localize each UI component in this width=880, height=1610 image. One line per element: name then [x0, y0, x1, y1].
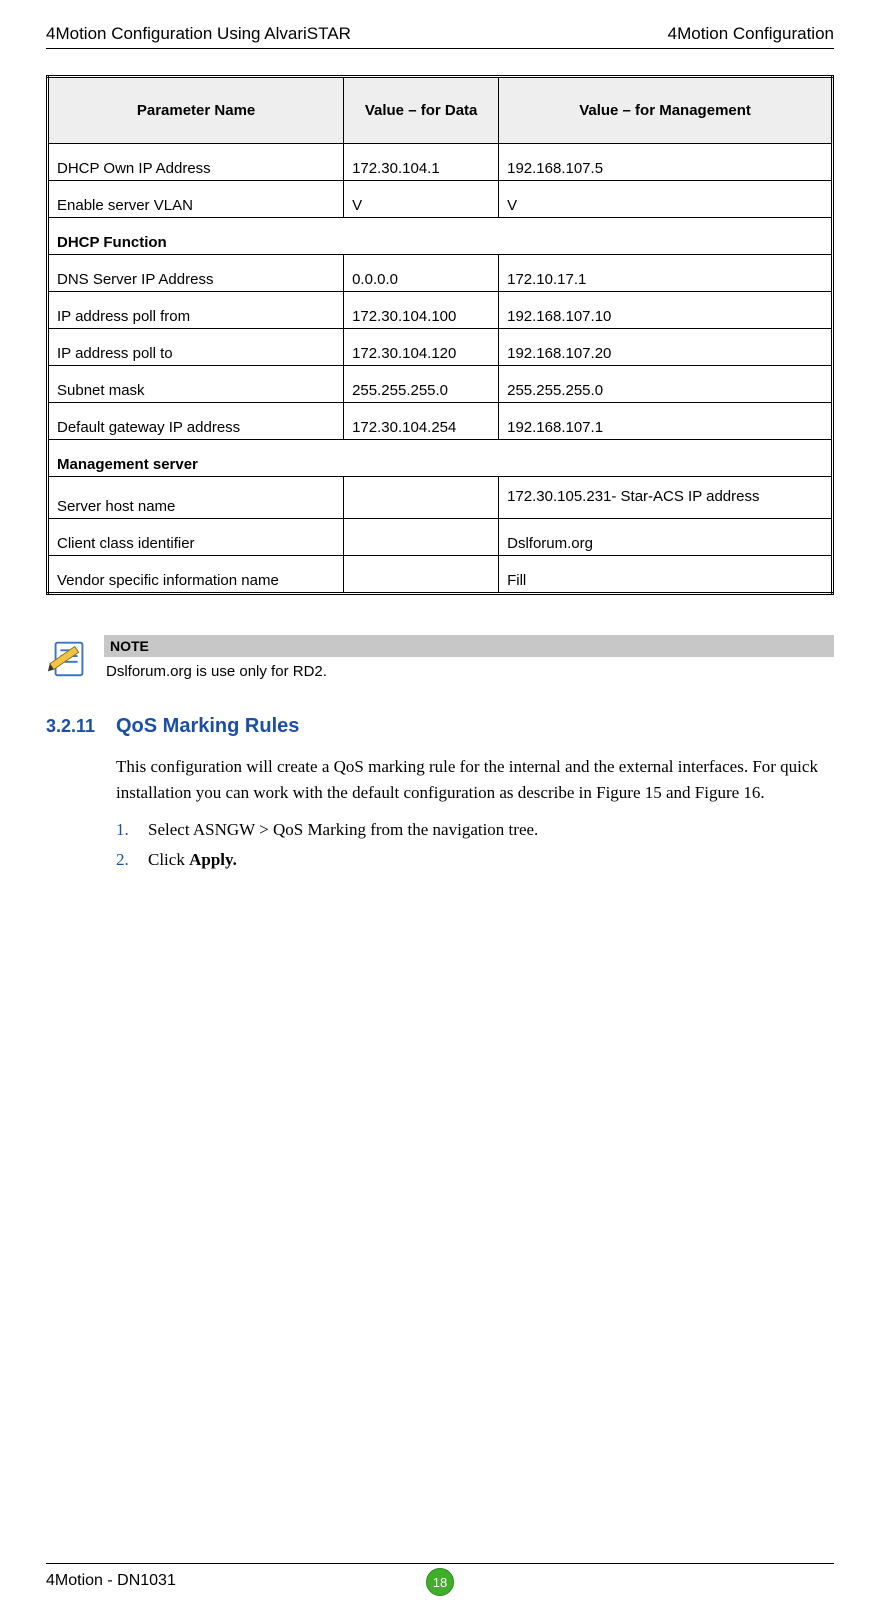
table-cell: V: [344, 181, 499, 218]
table-cell: Fill: [499, 555, 833, 593]
step-text: Select ASNGW > QoS Marking from the navi…: [148, 820, 538, 840]
table-cell: DNS Server IP Address: [48, 255, 344, 292]
table-row: Client class identifier Dslforum.org: [48, 518, 833, 555]
page-number-badge: 18: [426, 1568, 454, 1596]
table-cell: Server host name: [48, 477, 344, 519]
list-item: 2. Click Apply.: [116, 850, 834, 870]
table-row: Server host name 172.30.105.231- Star-ACS…: [48, 477, 833, 519]
page-footer: 4Motion - DN1031 18: [46, 1563, 834, 1590]
table-cell: [344, 555, 499, 593]
table-row: DNS Server IP Address0.0.0.0172.10.17.1: [48, 255, 833, 292]
header-left: 4Motion Configuration Using AlvariSTAR: [46, 24, 351, 44]
section-number: 3.2.11: [46, 716, 102, 737]
table-cell: 192.168.107.20: [499, 329, 833, 366]
section-title: QoS Marking Rules: [116, 715, 299, 738]
note-icon: [46, 635, 92, 681]
page-header: 4Motion Configuration Using AlvariSTAR 4…: [46, 24, 834, 49]
table-cell: 192.168.107.5: [499, 144, 833, 181]
table-row: Enable server VLANVV: [48, 181, 833, 218]
table-section-cell: DHCP Function: [48, 218, 833, 255]
table-row: Vendor specific information name Fill: [48, 555, 833, 593]
table-cell: DHCP Own IP Address: [48, 144, 344, 181]
table-row: IP address poll from172.30.104.100192.16…: [48, 292, 833, 329]
table-section-cell: Management server: [48, 440, 833, 477]
table-cell: 0.0.0.0: [344, 255, 499, 292]
table-cell: 255.255.255.0: [344, 366, 499, 403]
table-cell: Default gateway IP address: [48, 403, 344, 440]
table-cell: V: [499, 181, 833, 218]
step-text: Click Apply.: [148, 850, 237, 870]
note-title: NOTE: [104, 635, 834, 657]
col-parameter-name: Parameter Name: [48, 77, 344, 144]
note-block: NOTE Dslforum.org is use only for RD2.: [46, 635, 834, 681]
section-heading: 3.2.11 QoS Marking Rules: [46, 715, 834, 738]
step-list: 1. Select ASNGW > QoS Marking from the na…: [116, 820, 834, 870]
table-cell: 192.168.107.1: [499, 403, 833, 440]
table-cell: IP address poll from: [48, 292, 344, 329]
col-value-management: Value – for Management: [499, 77, 833, 144]
table-row: Subnet mask255.255.255.0255.255.255.0: [48, 366, 833, 403]
table-cell: [344, 477, 499, 519]
step-number: 2.: [116, 850, 136, 870]
table-row: Management server: [48, 440, 833, 477]
step-number: 1.: [116, 820, 136, 840]
table-row: DHCP Function: [48, 218, 833, 255]
table-cell: 172.30.104.254: [344, 403, 499, 440]
table-cell: 192.168.107.10: [499, 292, 833, 329]
table-cell: Vendor specific information name: [48, 555, 344, 593]
table-row: IP address poll to172.30.104.120192.168.…: [48, 329, 833, 366]
col-value-data: Value – for Data: [344, 77, 499, 144]
table-cell: Subnet mask: [48, 366, 344, 403]
parameter-table: Parameter Name Value – for Data Value – …: [46, 75, 834, 595]
footer-left: 4Motion - DN1031: [46, 1572, 176, 1590]
table-cell: 255.255.255.0: [499, 366, 833, 403]
list-item: 1. Select ASNGW > QoS Marking from the na…: [116, 820, 834, 840]
table-cell: 172.30.104.120: [344, 329, 499, 366]
table-cell: 172.30.104.1: [344, 144, 499, 181]
table-cell: [344, 518, 499, 555]
header-right: 4Motion Configuration: [668, 24, 834, 44]
table-header-row: Parameter Name Value – for Data Value – …: [48, 77, 833, 144]
table-row: Default gateway IP address172.30.104.254…: [48, 403, 833, 440]
table-cell: Dslforum.org: [499, 518, 833, 555]
table-cell: Client class identifier: [48, 518, 344, 555]
table-cell: IP address poll to: [48, 329, 344, 366]
note-text: Dslforum.org is use only for RD2.: [104, 663, 834, 680]
table-cell: Enable server VLAN: [48, 181, 344, 218]
table-cell: 172.30.104.100: [344, 292, 499, 329]
table-row: DHCP Own IP Address172.30.104.1192.168.1…: [48, 144, 833, 181]
table-cell: 172.30.105.231- Star-ACS IP address: [499, 477, 833, 519]
section-paragraph: This configuration will create a QoS mar…: [116, 754, 834, 807]
table-cell: 172.10.17.1: [499, 255, 833, 292]
